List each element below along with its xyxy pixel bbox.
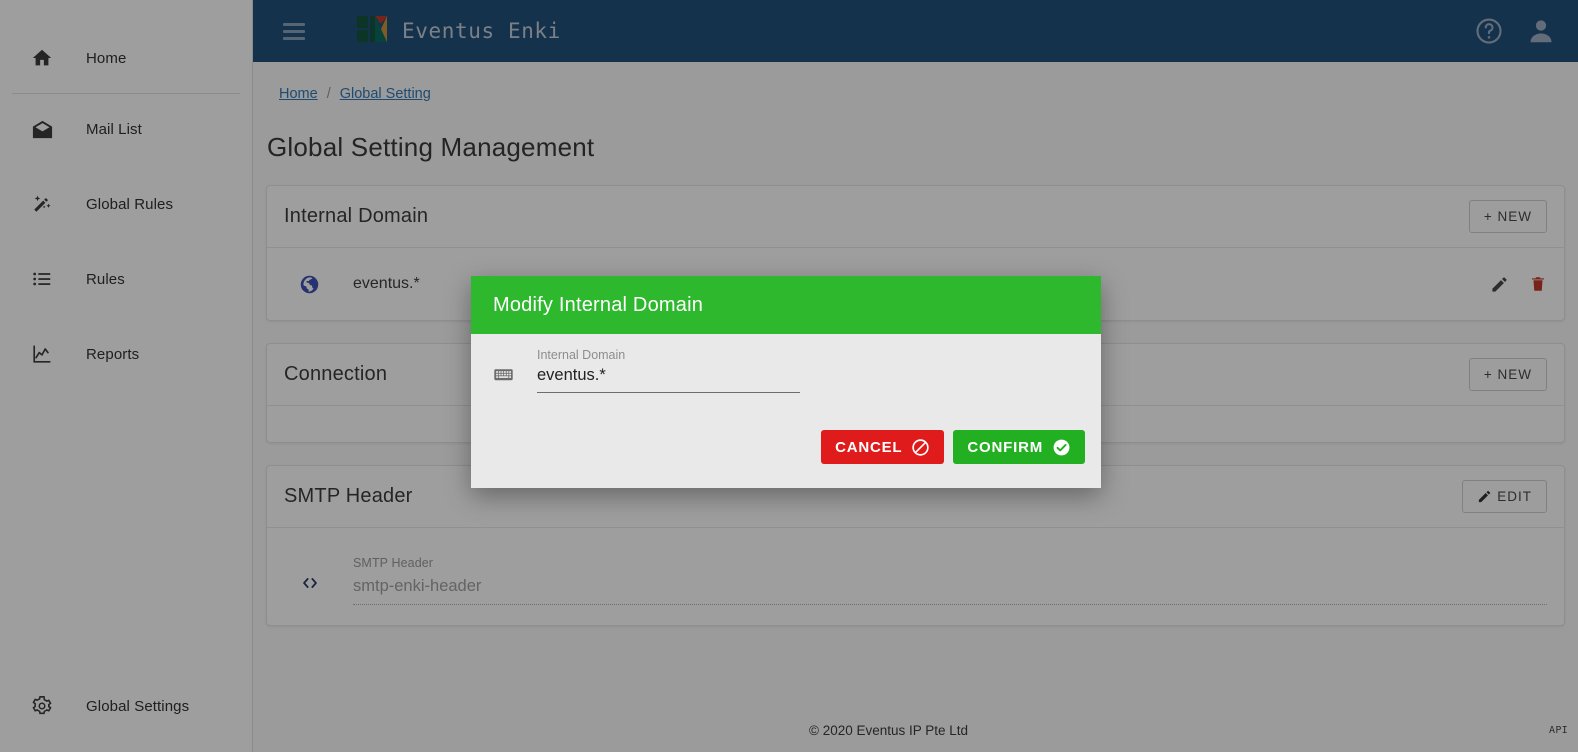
modal-field-main: Internal Domain <box>537 348 800 393</box>
keyboard-icon <box>493 364 515 390</box>
check-circle-icon <box>1053 439 1070 455</box>
ban-circle-icon <box>912 438 930 456</box>
internal-domain-input[interactable] <box>537 362 800 393</box>
cancel-button-label: CANCEL <box>835 438 903 456</box>
confirm-button-label: CONFIRM <box>967 438 1043 456</box>
modal-footer: CANCEL CONFIRM <box>471 430 1101 488</box>
modal-field-label: Internal Domain <box>537 348 626 362</box>
app-root: Home Mail List Global Rules Rules Report… <box>0 0 1578 752</box>
modify-internal-domain-dialog: Modify Internal Domain Internal Domain e… <box>471 276 1101 488</box>
modal-body: Internal Domain <box>471 334 1101 430</box>
confirm-button[interactable]: CONFIRM <box>953 430 1085 464</box>
modal-internal-domain-field: Internal Domain <box>493 348 1079 393</box>
modal-header: Modify Internal Domain <box>471 276 1101 334</box>
cancel-button[interactable]: CANCEL <box>821 430 945 464</box>
modal-title: Modify Internal Domain <box>493 293 704 316</box>
